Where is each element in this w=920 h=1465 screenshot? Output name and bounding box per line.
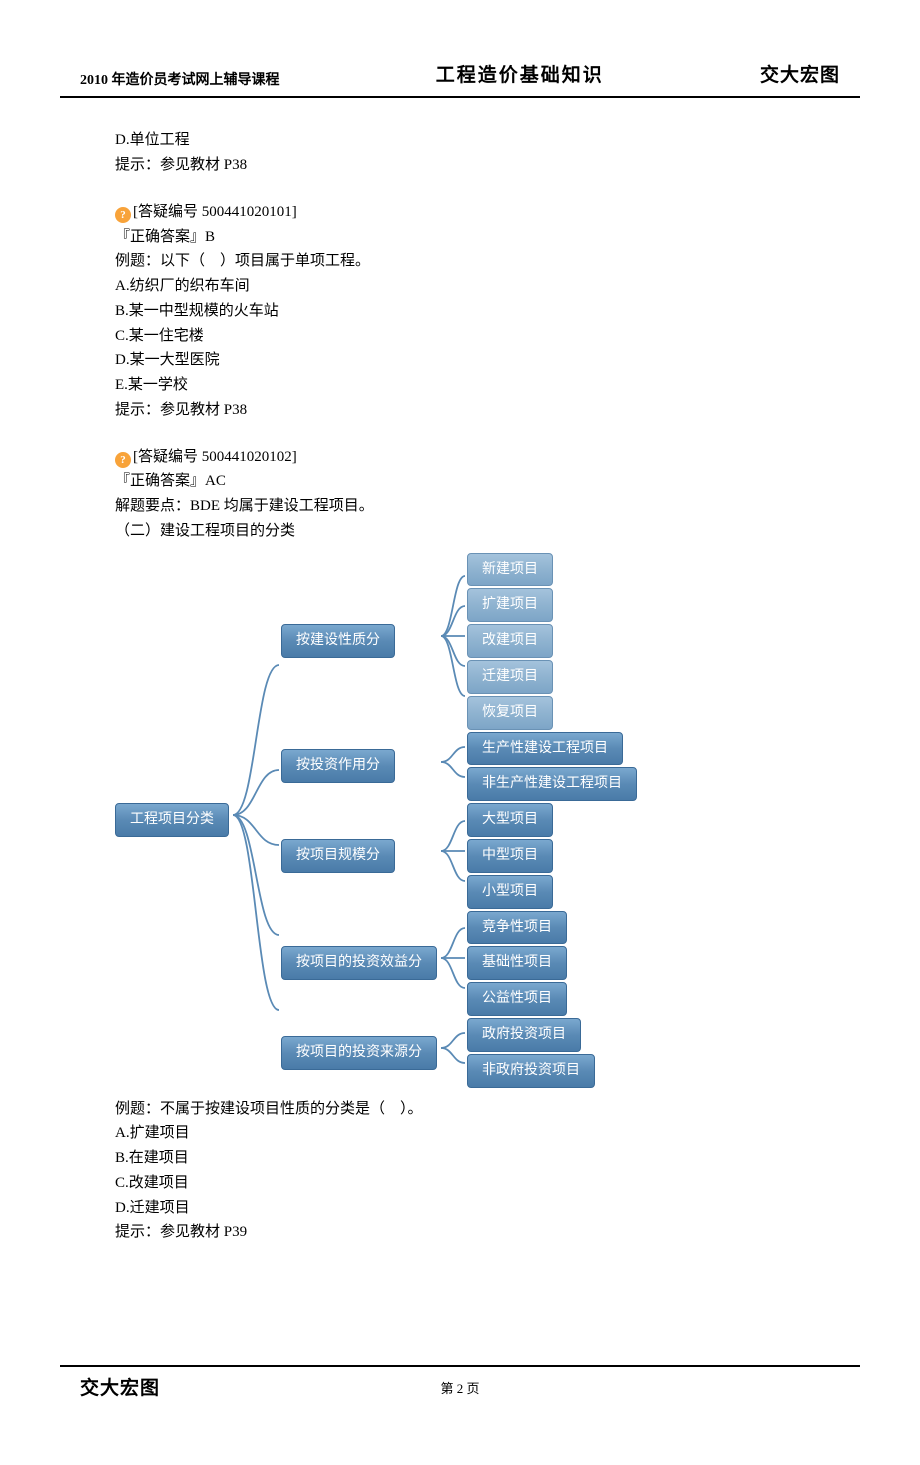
tree-leaf: 小型项目 <box>467 875 553 909</box>
option-c: C.某一住宅楼 <box>115 324 805 349</box>
tree-branch: 按项目的投资效益分 <box>281 946 437 980</box>
tree-leaf: 迁建项目 <box>467 660 553 694</box>
document-body: D.单位工程 提示：参见教材 P38 ?[答疑编号 500441020101] … <box>0 128 920 1245</box>
explanation: 解题要点：BDE 均属于建设工程项目。 <box>115 494 805 519</box>
subject-title: 工程造价基础知识 <box>436 60 604 92</box>
course-title: 2010 年造价员考试网上辅导课程 <box>80 69 280 93</box>
option-c: C.改建项目 <box>115 1171 805 1196</box>
tree-branch: 按投资作用分 <box>281 749 395 783</box>
tree-leaf: 基础性项目 <box>467 946 567 980</box>
classification-tree: 工程项目分类 按建设性质分 新建项目扩建项目改建项目迁建项目恢复项目 按投资作用… <box>115 552 805 1089</box>
tree-branch: 按项目规模分 <box>281 839 395 873</box>
page-header: 2010 年造价员考试网上辅导课程 工程造价基础知识 交大宏图 <box>60 60 860 98</box>
hint-text: 提示：参见教材 P39 <box>115 1220 805 1245</box>
tree-leaf: 大型项目 <box>467 803 553 837</box>
tree-leaf: 政府投资项目 <box>467 1018 581 1052</box>
qid-label: [答疑编号 500441020101] <box>133 204 297 220</box>
hint-text: 提示：参见教材 P38 <box>115 398 805 423</box>
tree-leaf: 恢复项目 <box>467 696 553 730</box>
tree-leaf: 公益性项目 <box>467 982 567 1016</box>
option-d: D.单位工程 <box>115 128 805 153</box>
brand-name: 交大宏图 <box>760 60 840 92</box>
page-number: 第 2 页 <box>160 1378 760 1400</box>
tree-leaf: 非政府投资项目 <box>467 1054 595 1088</box>
footer-brand: 交大宏图 <box>80 1373 160 1405</box>
tree-leaf: 竞争性项目 <box>467 911 567 945</box>
tree-leaf: 新建项目 <box>467 553 553 587</box>
tree-leaf: 扩建项目 <box>467 588 553 622</box>
tree-leaf: 生产性建设工程项目 <box>467 732 623 766</box>
question-stem: 例题：以下（ ）项目属于单项工程。 <box>115 249 805 274</box>
hint-text: 提示：参见教材 P38 <box>115 153 805 178</box>
option-a: A.纺织厂的织布车间 <box>115 274 805 299</box>
option-a: A.扩建项目 <box>115 1121 805 1146</box>
tree-branch: 按项目的投资来源分 <box>281 1036 437 1070</box>
answer-label: 『正确答案』B <box>115 225 805 250</box>
option-b: B.某一中型规模的火车站 <box>115 299 805 324</box>
section-heading: （二）建设工程项目的分类 <box>115 519 805 544</box>
page-footer: 交大宏图 第 2 页 <box>60 1365 860 1405</box>
option-b: B.在建项目 <box>115 1146 805 1171</box>
option-d: D.某一大型医院 <box>115 348 805 373</box>
tree-leaf: 改建项目 <box>467 624 553 658</box>
question-stem: 例题：不属于按建设项目性质的分类是（ ）。 <box>115 1097 805 1122</box>
option-e: E.某一学校 <box>115 373 805 398</box>
answer-label: 『正确答案』AC <box>115 469 805 494</box>
tree-root: 工程项目分类 <box>115 803 229 837</box>
tree-branch: 按建设性质分 <box>281 624 395 658</box>
qid-label: [答疑编号 500441020102] <box>133 449 297 465</box>
question-icon: ? <box>115 452 131 468</box>
tree-leaf: 中型项目 <box>467 839 553 873</box>
tree-leaf: 非生产性建设工程项目 <box>467 767 637 801</box>
option-d: D.迁建项目 <box>115 1196 805 1221</box>
question-icon: ? <box>115 207 131 223</box>
